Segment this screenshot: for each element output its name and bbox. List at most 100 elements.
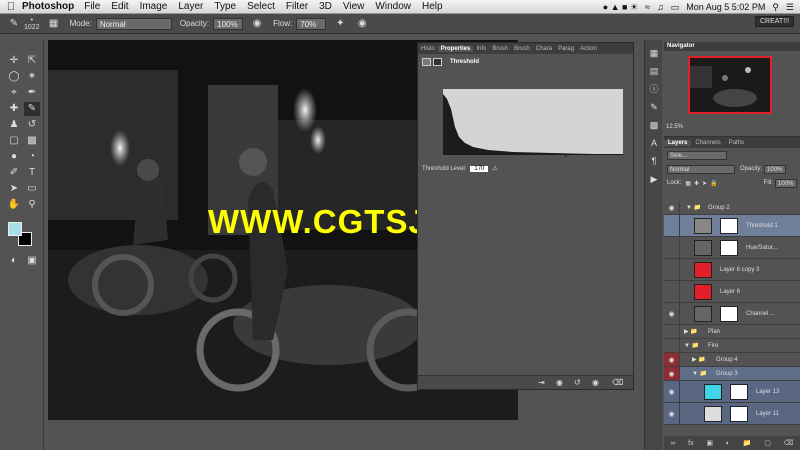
battery-icon[interactable]: ▭ — [671, 2, 680, 13]
menu-view[interactable]: View — [343, 1, 365, 12]
lasso-tool-icon[interactable]: ◯ — [6, 70, 22, 84]
magic-wand-icon[interactable]: ✶ — [24, 70, 40, 84]
tab-properties[interactable]: Properties — [437, 45, 474, 52]
tab-layers[interactable]: Layers — [664, 139, 692, 146]
screen-mode-icon[interactable]: ▣ — [24, 254, 40, 268]
path-select-icon[interactable]: ➤ — [6, 182, 22, 196]
visibility-eye-icon[interactable]: ◉ — [664, 303, 680, 324]
layer-opacity-field[interactable]: 100% — [764, 164, 787, 174]
apple-icon[interactable]:  — [0, 1, 22, 13]
layer-row[interactable]: Hue/Satur... — [664, 237, 800, 259]
menu-layer[interactable]: Layer — [178, 1, 203, 12]
list-icon[interactable]: ☰ — [786, 2, 794, 13]
tab-histogram[interactable]: Histo — [418, 46, 438, 52]
tab-brush[interactable]: Brush — [489, 46, 511, 52]
visibility-eye-off-icon[interactable] — [664, 259, 680, 280]
layer-row[interactable]: ◉ ▼ 📁 Group 2 — [664, 201, 800, 215]
dock-paragraph-icon[interactable]: ¶ — [649, 156, 659, 166]
clip-icon[interactable]: ⇥ — [538, 378, 545, 387]
type-tool-icon[interactable]: T — [24, 166, 40, 180]
layer-row[interactable]: ◉ Layer 11 — [664, 403, 800, 425]
pressure-opacity-icon[interactable]: ◉ — [249, 17, 265, 31]
visibility-eye-red-icon[interactable]: ◉ — [664, 367, 680, 380]
layer-row[interactable]: ▶ 📁 Plan — [664, 325, 800, 339]
mask-icon[interactable] — [433, 58, 442, 66]
layer-row[interactable]: ◉ Layer 13 — [664, 381, 800, 403]
visibility-icon[interactable]: ◉ — [592, 378, 599, 387]
dock-properties-icon[interactable]: ▤ — [649, 66, 659, 76]
volume-icon[interactable]: ♫ — [657, 2, 664, 12]
reset-icon[interactable]: ↺ — [574, 378, 581, 387]
dock-presets-icon[interactable]: ▩ — [649, 120, 659, 130]
clock[interactable]: Mon Aug 5 5:02 PM — [686, 2, 765, 12]
add-mask-icon[interactable]: ▣ — [706, 439, 713, 447]
gradient-tool-icon[interactable]: ▩ — [24, 134, 40, 148]
stamp-tool-icon[interactable]: ♟ — [6, 118, 22, 132]
delete-layer-icon[interactable]: ⌫ — [784, 439, 794, 447]
trash-icon[interactable]: ⌫ — [612, 378, 623, 387]
layer-filter-select[interactable]: Sele... — [667, 150, 727, 160]
layer-row[interactable]: ◉ ▶ 📁 Group 4 — [664, 353, 800, 367]
layer-row[interactable]: ◉ Channel ... — [664, 303, 800, 325]
threshold-slider-icon[interactable]: ▲ — [563, 153, 569, 159]
tab-channels[interactable]: Channels — [691, 140, 724, 146]
adjustment-icon[interactable] — [422, 58, 431, 66]
history-brush-icon[interactable]: ↺ — [24, 118, 40, 132]
eyedropper-tool-icon[interactable]: ✒ — [24, 86, 40, 100]
status-icons[interactable]: ● ▲ ■ ☀ — [603, 2, 638, 13]
visibility-eye-red-icon[interactable]: ◉ — [664, 353, 680, 366]
threshold-histogram[interactable]: ▲ — [443, 89, 623, 159]
foreground-color-swatch[interactable] — [8, 222, 22, 236]
layer-row-selected[interactable]: Threshold 1 — [664, 215, 800, 237]
fx-icon[interactable]: fx — [688, 440, 693, 447]
search-icon[interactable]: ⚲ — [772, 2, 779, 13]
app-menu[interactable]: Photoshop — [22, 1, 74, 12]
lock-icons[interactable]: ▦✚➤🔒 — [685, 180, 720, 187]
tab-paths[interactable]: Paths — [725, 140, 748, 146]
tab-actions[interactable]: Action — [577, 46, 600, 52]
dock-character-icon[interactable]: A — [649, 138, 659, 148]
dock-actions-icon[interactable]: ▶ — [649, 174, 659, 184]
artboard-tool-icon[interactable]: ⇱ — [24, 54, 40, 68]
visibility-eye-icon[interactable]: ◉ — [664, 403, 680, 424]
airbrush-icon[interactable]: ✦ — [332, 17, 348, 31]
menu-type[interactable]: Type — [214, 1, 236, 12]
menu-select[interactable]: Select — [247, 1, 275, 12]
blur-tool-icon[interactable]: ● — [6, 150, 22, 164]
menu-3d[interactable]: 3D — [319, 1, 332, 12]
layer-row[interactable]: Layer 6 — [664, 281, 800, 303]
menu-window[interactable]: Window — [375, 1, 411, 12]
layer-row[interactable]: ▼ 📁 Fire — [664, 339, 800, 353]
brush-tool-icon-active[interactable]: ✎ — [24, 102, 40, 116]
workspace-switcher[interactable]: CREAT!!! — [755, 16, 795, 27]
link-icon[interactable]: ∞ — [670, 440, 675, 447]
pressure-size-icon[interactable]: ◉ — [354, 17, 370, 31]
move-tool-icon[interactable]: ✛ — [6, 54, 22, 68]
visibility-eye-off-icon[interactable] — [664, 281, 680, 302]
visibility-eye-off-icon[interactable] — [664, 339, 680, 352]
auto-warning-icon[interactable]: ⚠ — [492, 165, 497, 172]
zoom-tool-icon[interactable]: ⚲ — [24, 198, 40, 212]
mode-select[interactable]: Normal — [95, 17, 172, 30]
flow-field[interactable]: 70% — [296, 17, 327, 30]
tab-info[interactable]: Info — [473, 46, 489, 52]
view-previous-icon[interactable]: ◉ — [556, 378, 563, 387]
navigator-zoom[interactable]: 12.5% — [666, 124, 683, 130]
menu-image[interactable]: Image — [140, 1, 168, 12]
visibility-eye-icon[interactable]: ◉ — [664, 201, 680, 214]
brush-panel-icon[interactable]: ▦ — [46, 17, 62, 31]
new-group-icon[interactable]: 📁 — [743, 439, 752, 447]
layer-row[interactable]: Layer 6 copy 3 — [664, 259, 800, 281]
visibility-eye-off-icon[interactable] — [664, 325, 680, 338]
layer-row[interactable]: ◉ ▼ 📁 Group 3 — [664, 367, 800, 381]
menu-file[interactable]: File — [84, 1, 100, 12]
brush-tool-icon[interactable]: ✎ — [6, 17, 22, 31]
menu-edit[interactable]: Edit — [111, 1, 128, 12]
new-layer-icon[interactable]: ▢ — [764, 439, 771, 447]
eraser-tool-icon[interactable]: ▢ — [6, 134, 22, 148]
fill-field[interactable]: 100% — [775, 178, 797, 188]
tab-brush-presets[interactable]: Brush — [511, 46, 533, 52]
threshold-level-input[interactable]: 170 — [470, 165, 489, 172]
wifi-icon[interactable]: ≈ — [645, 2, 650, 12]
visibility-eye-off-icon[interactable] — [664, 215, 680, 236]
